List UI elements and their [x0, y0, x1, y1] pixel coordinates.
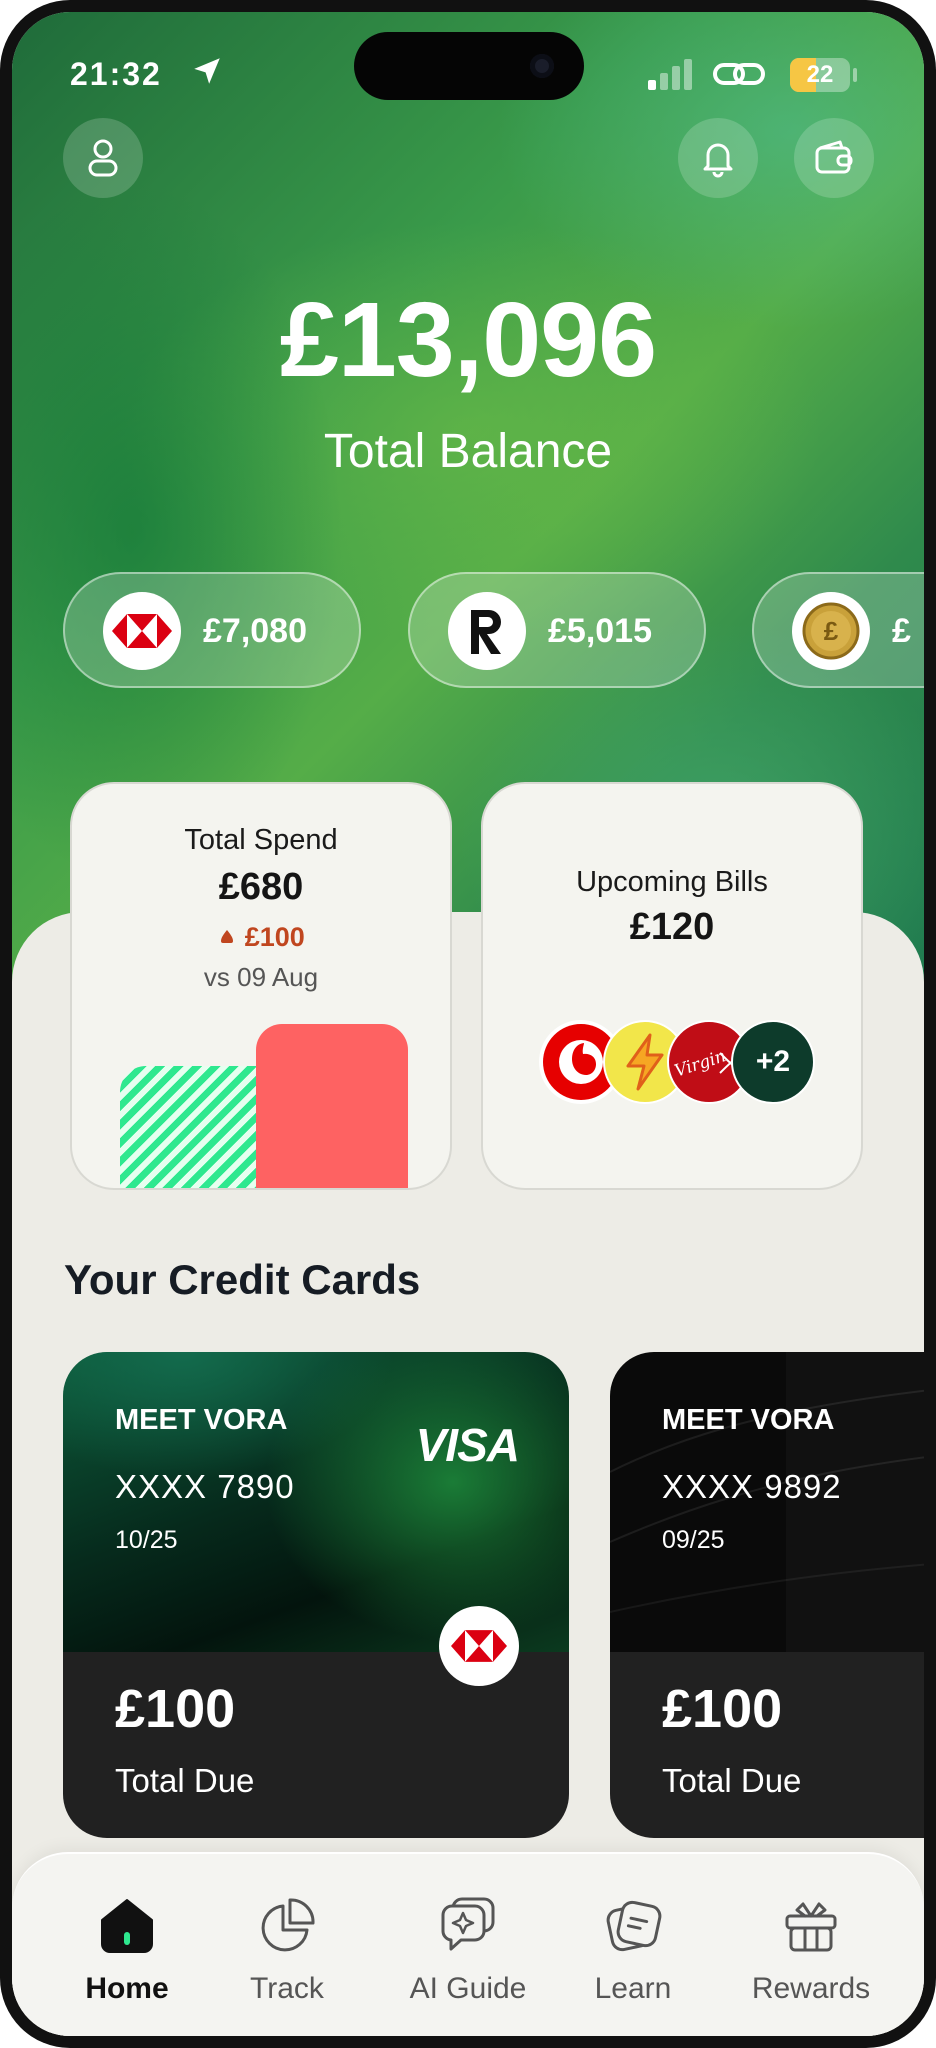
- battery-indicator: 22: [790, 58, 850, 92]
- tab-track[interactable]: Track: [212, 1854, 362, 2036]
- wallet-button[interactable]: [794, 118, 874, 198]
- revolut-logo-icon: [448, 592, 526, 670]
- delta-value: £100: [244, 922, 305, 952]
- tab-ai-guide[interactable]: AI Guide: [378, 1854, 558, 2036]
- bell-icon: [703, 143, 733, 178]
- notifications-button[interactable]: [678, 118, 758, 198]
- tab-home[interactable]: Home: [52, 1854, 202, 2036]
- gift-icon: [781, 1896, 841, 1956]
- more-bills-count: +2: [755, 1045, 791, 1078]
- user-icon: [88, 139, 118, 177]
- status-bar: 21:32 22: [12, 12, 924, 122]
- camera-icon: [530, 54, 554, 78]
- link-icon: [713, 63, 765, 85]
- wallet-icon: [815, 140, 853, 174]
- hsbc-logo-icon: [103, 592, 181, 670]
- tab-track-label: Track: [250, 1972, 324, 2005]
- card-brand: MEET VORA: [115, 1404, 288, 1436]
- current-spend-bar: [256, 1024, 408, 1188]
- comparison-label: vs 09 Aug: [203, 962, 319, 992]
- previous-spend-bar: [120, 1066, 256, 1188]
- card-expiry: 09/25: [662, 1526, 725, 1554]
- account-pill-revolut[interactable]: £5,015: [408, 572, 706, 688]
- tab-learn[interactable]: Learn: [558, 1854, 708, 2036]
- coin-logo-icon: £: [792, 592, 870, 670]
- profile-button[interactable]: [63, 118, 143, 198]
- hsbc-logo-icon: [439, 1606, 519, 1686]
- tab-rewards[interactable]: Rewards: [724, 1854, 898, 2036]
- tab-learn-label: Learn: [594, 1972, 672, 2005]
- signal-icon: [648, 59, 692, 90]
- upcoming-bills-title: Upcoming Bills: [576, 866, 768, 898]
- home-icon: [97, 1896, 157, 1956]
- card-due-amount: £100: [115, 1679, 236, 1739]
- upcoming-bills-card[interactable]: Upcoming Bills £120 Virgin +2: [481, 782, 863, 1190]
- total-spend-card[interactable]: Total Spend £680 £100 vs 09 Aug: [70, 782, 452, 1190]
- total-balance-label: Total Balance: [323, 425, 613, 478]
- app-screen: 21:32 22 £13,096 Total Balance £7,080 £5…: [12, 12, 924, 2036]
- battery-level: 22: [806, 61, 834, 88]
- account-amount: £: [892, 612, 911, 650]
- location-arrow-icon: [194, 58, 220, 84]
- tab-rewards-label: Rewards: [751, 1972, 871, 2005]
- visa-logo: VISA: [415, 1419, 520, 1471]
- pie-chart-icon: [257, 1896, 317, 1956]
- card-number: XXXX 9892: [662, 1468, 842, 1505]
- dynamic-island: [354, 32, 584, 100]
- arrow-up-icon: [221, 930, 234, 943]
- bottom-tab-bar: Home Track AI Guide Learn Rewards: [12, 1852, 924, 2036]
- card-brand: MEET VORA: [662, 1404, 835, 1436]
- card-due-label: Total Due: [662, 1762, 802, 1799]
- notes-icon: [603, 1896, 663, 1956]
- account-pill-hsbc[interactable]: £7,080: [63, 572, 361, 688]
- tab-home-label: Home: [85, 1972, 169, 2005]
- svg-text:£: £: [824, 616, 839, 646]
- card-due-label: Total Due: [115, 1762, 255, 1799]
- card-due-amount: £100: [662, 1679, 783, 1739]
- card-expiry: 10/25: [115, 1526, 178, 1554]
- credit-card-9892[interactable]: MEET VORA XXXX 9892 09/25 £100 Total Due: [610, 1352, 924, 1838]
- status-time: 21:32: [70, 56, 162, 92]
- account-pill-coin[interactable]: £ £: [752, 572, 924, 688]
- battery-nub: [853, 68, 857, 82]
- tab-ai-guide-label: AI Guide: [409, 1972, 527, 2005]
- total-balance-amount: £13,096: [279, 281, 657, 399]
- total-spend-title: Total Spend: [184, 824, 338, 856]
- account-amount: £5,015: [548, 612, 652, 650]
- card-number: XXXX 7890: [115, 1468, 295, 1505]
- ai-chat-icon: [438, 1896, 498, 1956]
- credit-card-7890[interactable]: MEET VORA XXXX 7890 10/25 VISA £100 Tota…: [63, 1352, 569, 1838]
- credit-cards-heading: Your Credit Cards: [64, 1256, 421, 1303]
- total-spend-delta: £100: [72, 922, 450, 953]
- account-amount: £7,080: [203, 612, 307, 650]
- upcoming-bills-amount: £120: [629, 906, 715, 948]
- phone-frame: 21:32 22 £13,096 Total Balance £7,080 £5…: [0, 0, 936, 2048]
- total-spend-amount: £680: [218, 866, 304, 908]
- more-bills-badge: +2: [731, 1020, 815, 1104]
- svg-text:Virgin: Virgin: [672, 1046, 728, 1081]
